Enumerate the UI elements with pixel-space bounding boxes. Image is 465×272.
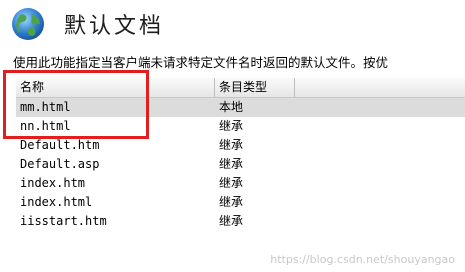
column-header-filler xyxy=(295,78,465,97)
table-row[interactable]: index.htm 继承 xyxy=(16,174,465,193)
row-type: 继承 xyxy=(219,157,244,171)
row-type: 继承 xyxy=(219,176,244,190)
table-row[interactable]: Default.asp 继承 xyxy=(16,155,465,174)
page-header: 默认文档 xyxy=(10,6,164,42)
row-type: 本地 xyxy=(219,100,244,114)
row-name: index.htm xyxy=(20,176,86,190)
row-name: index.html xyxy=(20,195,93,209)
row-name: Default.asp xyxy=(20,157,100,171)
table-row[interactable]: iisstart.htm 继承 xyxy=(16,212,465,231)
page-title: 默认文档 xyxy=(64,14,165,39)
table-row[interactable]: index.html 继承 xyxy=(16,193,465,212)
row-name: iisstart.htm xyxy=(20,214,107,228)
globe-icon xyxy=(10,6,46,42)
column-header-entry-type[interactable]: 条目类型 xyxy=(215,78,295,97)
watermark: https://blog.csdn.net/shouyangao xyxy=(270,253,455,266)
page-description: 使用此功能指定当客户端未请求特定文件名时返回的默认文件。按优 xyxy=(13,55,389,70)
row-type: 继承 xyxy=(219,195,244,209)
row-type: 继承 xyxy=(219,138,244,152)
row-type: 继承 xyxy=(219,214,244,228)
row-type: 继承 xyxy=(219,119,244,133)
annotation-highlight-box xyxy=(3,70,149,139)
